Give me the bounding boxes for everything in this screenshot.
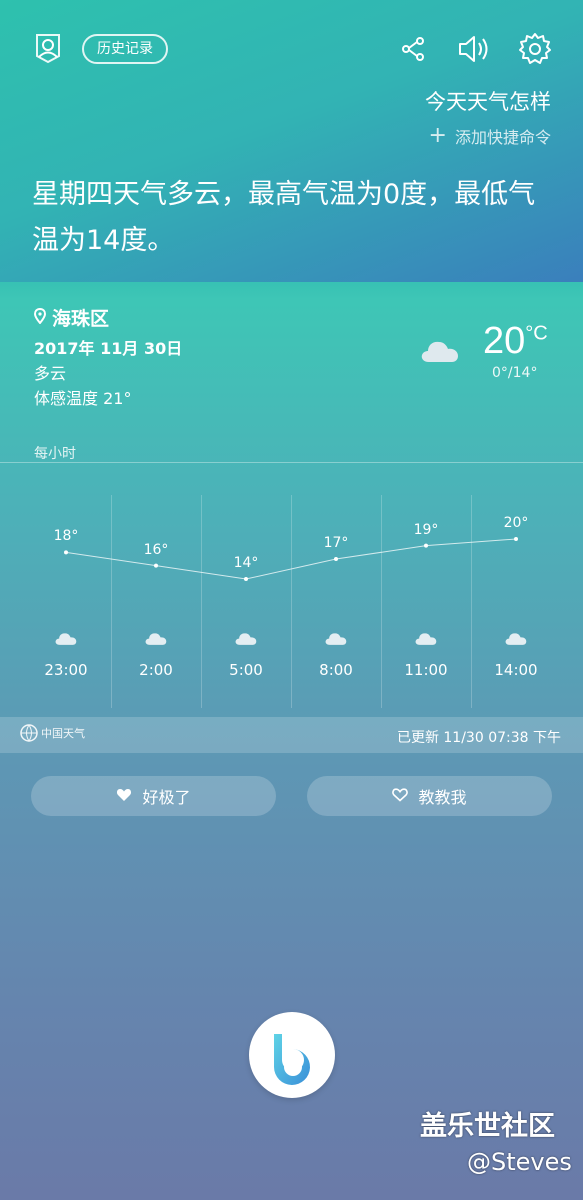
feels-like: 体感温度 21° (34, 389, 132, 408)
watermark-author: @Steves (467, 1148, 572, 1176)
profile-icon[interactable] (33, 32, 63, 64)
updated-time: 已更新 11/30 07:38 下午 (396, 730, 561, 746)
cloud-icon (504, 630, 528, 650)
hour-temp: 17° (323, 535, 349, 551)
hourly-forecast[interactable]: 18° 23:00 16° 2:00 14° 5:00 17° 8:00 19° 11:00 20°… (21, 495, 561, 708)
bixby-button[interactable] (249, 1012, 335, 1098)
divider (0, 462, 583, 463)
user-query: 今天天气怎样 (425, 90, 551, 114)
trend-point (514, 537, 518, 541)
weather-date: 2017年 11月 30日 (34, 339, 183, 358)
hour-time: 8:00 (319, 661, 353, 679)
heart-outline-icon (392, 787, 409, 806)
add-shortcut-button[interactable]: + 添加快捷命令 (429, 124, 551, 148)
trend-point (424, 543, 428, 548)
weather-condition: 多云 (34, 364, 67, 383)
location: 海珠区 (33, 304, 110, 331)
trend-point (334, 557, 338, 561)
teach-label: 教教我 (418, 788, 467, 807)
cloud-icon (144, 630, 168, 650)
teach-me-button[interactable]: 教教我 (307, 776, 552, 816)
cloud-icon (54, 630, 78, 650)
location-name: 海珠区 (52, 308, 110, 330)
cloud-icon (234, 630, 258, 650)
trend-point (244, 577, 248, 581)
like-button[interactable]: 好极了 (31, 776, 276, 816)
plus-icon: + (428, 123, 447, 148)
answer-text: 星期四天气多云，最高气温为0度，最低气温为14度。 (32, 179, 536, 256)
hour-time: 23:00 (44, 661, 88, 679)
add-shortcut-label: 添加快捷命令 (454, 128, 551, 147)
heart-icon (116, 787, 132, 806)
trend-point (154, 563, 158, 568)
hour-temp: 19° (413, 521, 439, 538)
hour-temp: 14° (233, 555, 259, 571)
volume-icon[interactable] (457, 33, 491, 65)
temp-range: 0°/14° (492, 365, 538, 381)
source-name: 中国天气 (41, 727, 85, 740)
bixby-icon (274, 1034, 310, 1085)
like-label: 好极了 (142, 788, 191, 807)
temperature-trend-line (64, 537, 518, 581)
settings-icon[interactable] (518, 32, 552, 66)
hour-time: 5:00 (229, 661, 263, 679)
hour-time: 11:00 (404, 661, 448, 679)
source-logo: 中国天气 (20, 724, 85, 742)
location-pin-icon (33, 307, 47, 329)
hour-temp: 18° (53, 528, 79, 545)
hour-time: 2:00 (139, 661, 173, 679)
watermark-community: 盖乐世社区 (420, 1111, 555, 1142)
trend-point (64, 550, 68, 555)
cloud-icon (420, 336, 460, 368)
globe-icon (20, 724, 38, 742)
cloud-icon (324, 630, 348, 650)
hour-temp: 20° (503, 515, 529, 531)
hour-temp: 16° (143, 541, 169, 558)
history-button[interactable]: 历史记录 (82, 34, 168, 64)
current-temp: 20°C (483, 320, 548, 362)
cloud-icon (414, 630, 438, 650)
share-icon[interactable] (400, 36, 426, 62)
hourly-label: 每小时 (34, 446, 76, 462)
hour-time: 14:00 (494, 661, 538, 679)
